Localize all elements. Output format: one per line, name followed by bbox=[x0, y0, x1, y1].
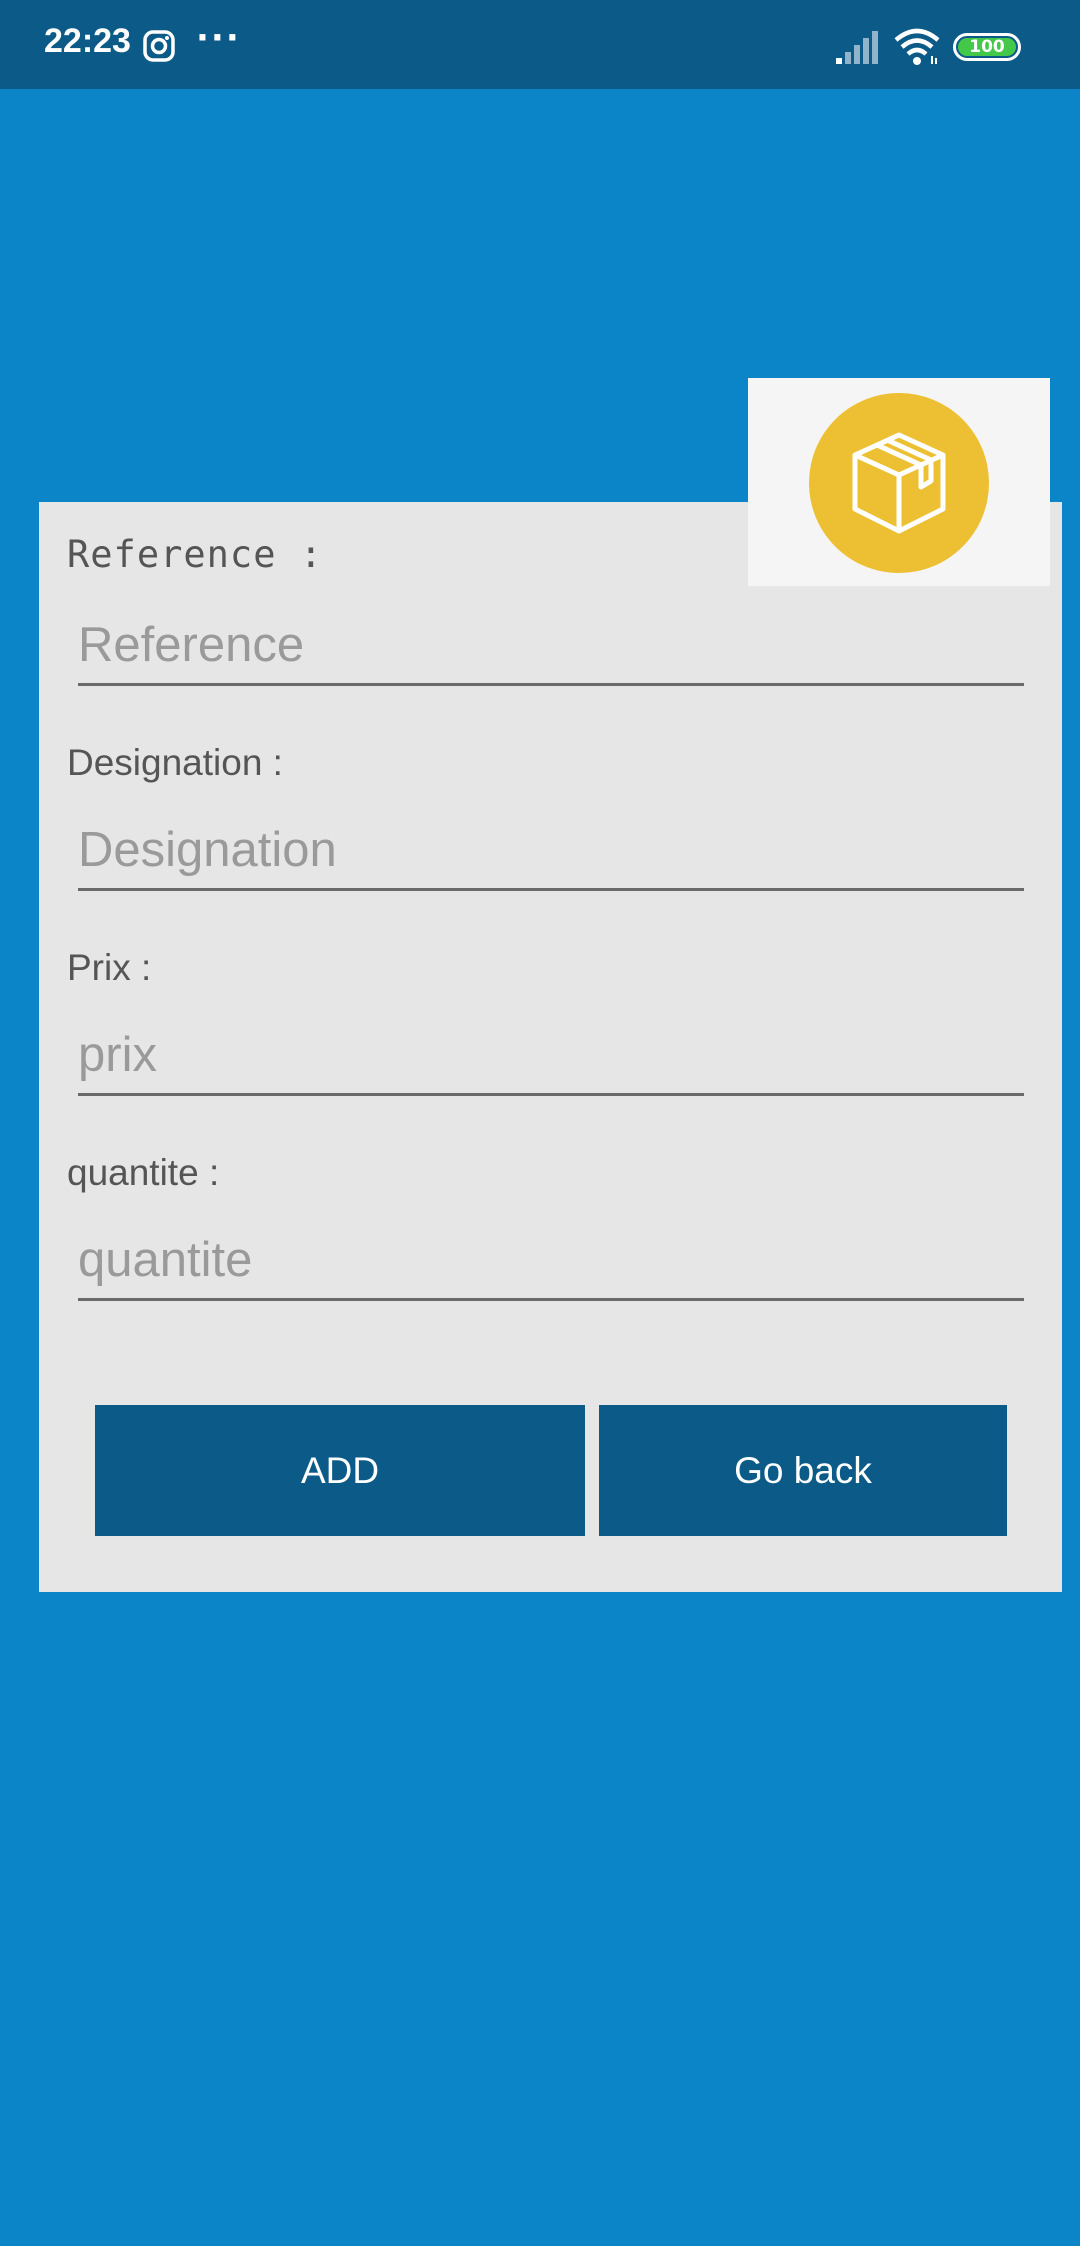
designation-input[interactable] bbox=[78, 811, 1024, 891]
quantite-label: quantite : bbox=[67, 1152, 220, 1193]
instagram-icon bbox=[143, 30, 175, 62]
signal-icon bbox=[836, 30, 880, 64]
reference-input[interactable] bbox=[78, 606, 1024, 686]
quantite-input[interactable] bbox=[78, 1221, 1024, 1301]
logo-circle bbox=[809, 393, 989, 573]
battery-icon: 100 bbox=[953, 33, 1021, 61]
add-button[interactable]: ADD bbox=[95, 1405, 585, 1536]
status-time: 22:23 bbox=[44, 22, 131, 60]
package-box-icon bbox=[852, 432, 946, 534]
status-bar: 22:23 ··· 100 bbox=[0, 0, 1080, 89]
logo-box bbox=[748, 378, 1050, 586]
wifi-icon bbox=[894, 28, 940, 66]
more-icon: ··· bbox=[196, 18, 241, 58]
prix-label: Prix : bbox=[67, 947, 152, 988]
designation-label: Designation : bbox=[67, 742, 283, 783]
battery-level: 100 bbox=[958, 37, 1016, 57]
prix-input[interactable] bbox=[78, 1016, 1024, 1096]
go-back-button[interactable]: Go back bbox=[599, 1405, 1007, 1536]
reference-label: Reference : bbox=[67, 533, 324, 576]
